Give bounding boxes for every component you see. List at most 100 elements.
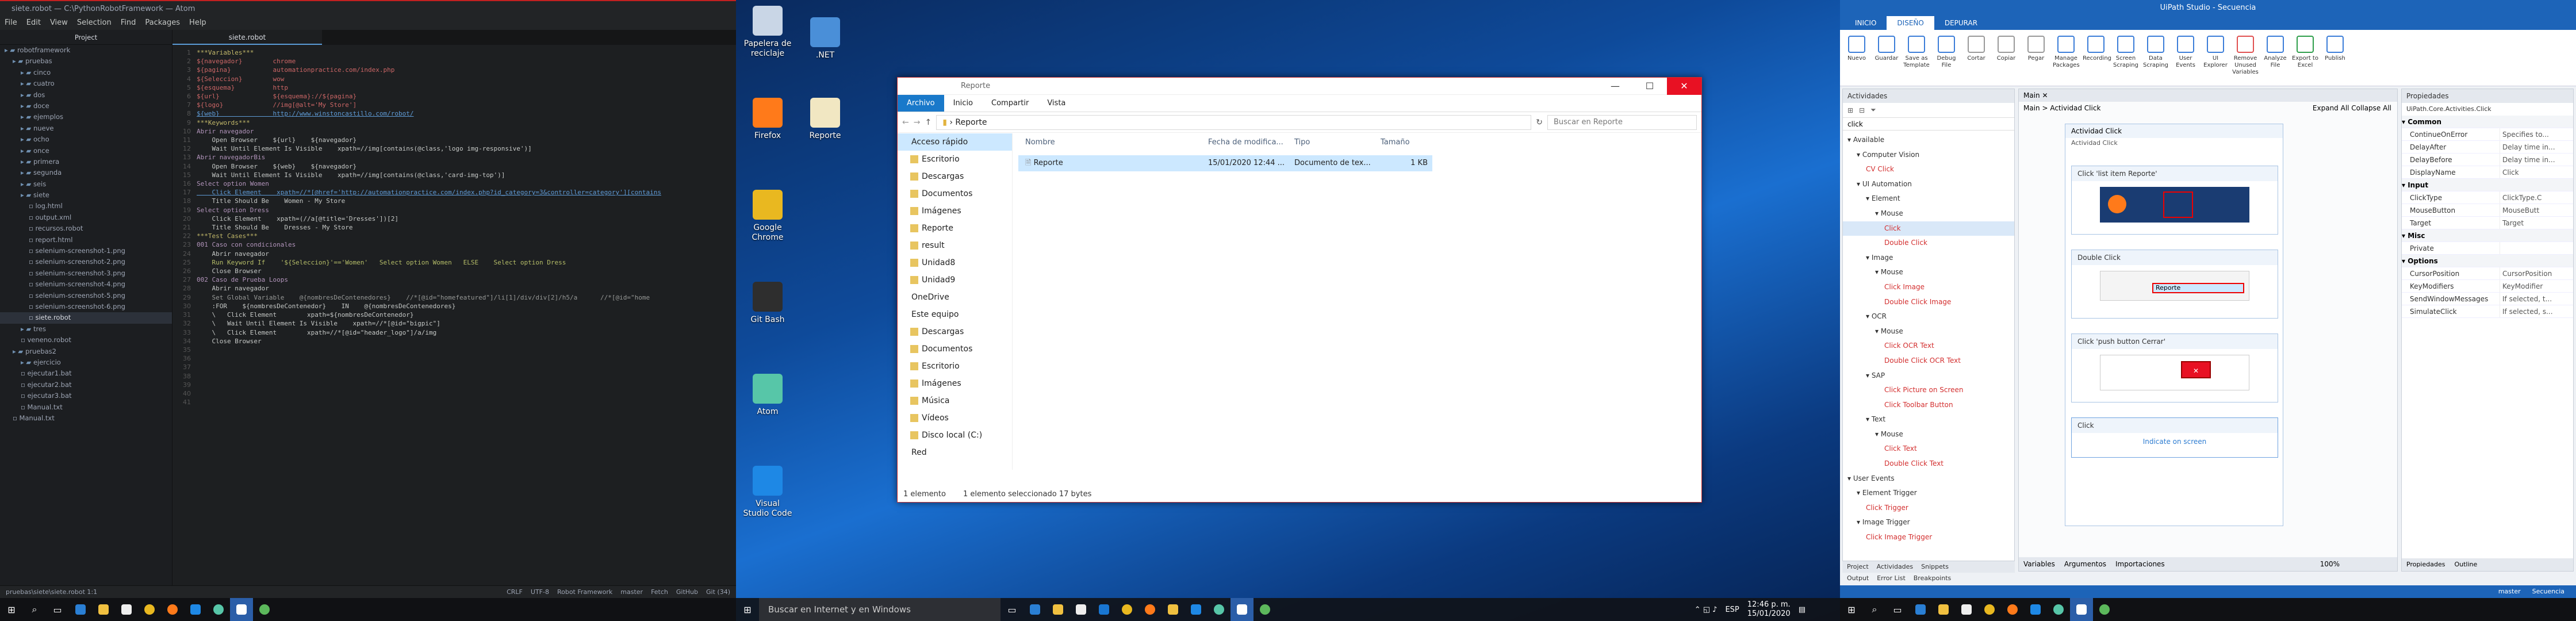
ribbon-button[interactable]: Nuevo	[1843, 36, 1870, 80]
designer-bottom-tab[interactable]: Variables	[2023, 557, 2055, 571]
nav-item[interactable]: result	[898, 237, 1012, 254]
desktop-icon[interactable]: Reporte	[799, 98, 851, 141]
ribbon-tab[interactable]: Inicio	[944, 95, 982, 112]
search-icon[interactable]: ⌕	[23, 598, 46, 621]
nav-item[interactable]: Acceso rápido	[898, 133, 1012, 151]
activity-item[interactable]: ▾ UI Automation	[1843, 177, 2014, 192]
tree-item[interactable]: ▸ ▰ dos	[0, 90, 172, 101]
properties-tab[interactable]: Outline	[2454, 558, 2477, 571]
tree-item[interactable]: ▸ ▰ once	[0, 145, 172, 156]
status-item[interactable]: Fetch	[651, 586, 668, 599]
app-icon[interactable]	[253, 598, 276, 621]
tree-item[interactable]: ▸ ▰ nueve	[0, 123, 172, 134]
activity-item[interactable]: ▾ Element Trigger	[1843, 486, 2014, 501]
activity-item[interactable]: CV Click	[1843, 162, 2014, 177]
ribbon-button[interactable]: Pegar	[2023, 36, 2049, 80]
property-value[interactable]: MouseButt	[2500, 204, 2573, 216]
file-row[interactable]: 🗎 Reporte 15/01/2020 12:44 ... Documento…	[1018, 155, 1432, 171]
panel-tab[interactable]: Output	[1847, 573, 1869, 584]
panel-tab[interactable]: Error List	[1877, 573, 1906, 584]
ribbon-tab[interactable]: Archivo	[898, 95, 944, 112]
card-click-push-button[interactable]: Click 'push button Cerrar' ✕	[2071, 334, 2278, 402]
app-icon[interactable]	[2093, 598, 2116, 621]
up-icon[interactable]: ↑	[925, 118, 931, 127]
tree-item[interactable]: ▫ siete.robot	[0, 312, 172, 324]
ribbon-button[interactable]: Debug File	[1933, 36, 1960, 80]
property-group[interactable]: ▾ Input	[2402, 179, 2573, 191]
project-header[interactable]: Project	[0, 30, 172, 45]
nav-item[interactable]: Red	[898, 444, 1012, 461]
tree-item[interactable]: ▫ Manual.txt	[0, 413, 172, 424]
folder-icon[interactable]	[92, 598, 115, 621]
panel-tab[interactable]: Actividades	[1877, 561, 1914, 573]
property-row[interactable]: Private	[2402, 242, 2573, 255]
menu-item-packages[interactable]: Packages	[145, 16, 180, 30]
nav-item[interactable]: Vídeos	[898, 409, 1012, 427]
ribbon-button[interactable]: Cortar	[1963, 36, 1989, 80]
nav-item[interactable]: Unidad8	[898, 254, 1012, 271]
close-button[interactable]: ✕	[1667, 78, 1701, 95]
designer-bottom-tab[interactable]: Importaciones	[2115, 557, 2165, 571]
collapse-icon[interactable]: ⊟	[1859, 106, 1865, 114]
tree-item[interactable]: ▸ ▰ primera	[0, 156, 172, 167]
folder-icon[interactable]	[1046, 598, 1070, 621]
ribbon-button[interactable]: Export to Excel	[2292, 36, 2318, 80]
store-icon[interactable]	[115, 598, 138, 621]
vscode-icon[interactable]	[184, 598, 207, 621]
uipath-task-icon[interactable]	[2070, 598, 2093, 621]
status-item[interactable]: Git (34)	[706, 586, 730, 599]
firefox-icon[interactable]	[1138, 598, 1162, 621]
ribbon-button[interactable]: Save as Template	[1903, 36, 1930, 80]
menu-item-selection[interactable]: Selection	[77, 16, 112, 30]
uipath-task-icon[interactable]	[1230, 598, 1254, 621]
property-row[interactable]: KeyModifiers KeyModifier	[2402, 280, 2573, 293]
tree-item[interactable]: ▸ ▰ ocho	[0, 134, 172, 145]
panel-tab[interactable]: Snippets	[1921, 561, 1949, 573]
ribbon-tab[interactable]: DISEÑO	[1887, 16, 1934, 30]
tree-item[interactable]: ▸ ▰ segunda	[0, 167, 172, 178]
activity-item[interactable]: Click Picture on Screen	[1843, 383, 2014, 398]
chrome-icon[interactable]	[138, 598, 161, 621]
task-view-icon[interactable]: ▭	[1000, 598, 1023, 621]
notification-icon[interactable]: ▤	[1799, 605, 1805, 614]
desktop-icon[interactable]: Visual Studio Code	[742, 466, 793, 519]
property-row[interactable]: DisplayName Click	[2402, 166, 2573, 179]
edge-icon[interactable]	[1023, 598, 1046, 621]
column-header[interactable]: Tamaño	[1381, 133, 1432, 151]
tray-icons[interactable]: ⌃ ◱ ♪	[1695, 605, 1718, 614]
nav-item[interactable]: Descargas	[898, 168, 1012, 185]
nav-item[interactable]: Unidad9	[898, 271, 1012, 289]
store-icon[interactable]	[1955, 598, 1978, 621]
menu-item-file[interactable]: File	[5, 16, 17, 30]
start-icon[interactable]: ⊞	[0, 598, 23, 621]
status-item[interactable]: Robot Framework	[557, 586, 612, 599]
task-view-icon[interactable]: ▭	[1886, 598, 1909, 621]
column-header[interactable]: Fecha de modifica...	[1208, 133, 1294, 151]
column-header[interactable]: Nombre	[1018, 133, 1208, 151]
ribbon-button[interactable]: Manage Packages	[2053, 36, 2080, 80]
ribbon-button[interactable]: UI Explorer	[2202, 36, 2229, 80]
forward-icon[interactable]: →	[914, 118, 921, 127]
app-icon[interactable]	[1254, 598, 1276, 621]
activity-item[interactable]: Click Text	[1843, 442, 2014, 457]
indicate-on-screen-link[interactable]: Indicate on screen	[2072, 433, 2278, 450]
activity-item[interactable]: ▾ Mouse	[1843, 206, 2014, 221]
minimize-button[interactable]: —	[1598, 78, 1632, 95]
tree-item[interactable]: ▸ ▰ seis	[0, 179, 172, 190]
start-icon[interactable]: ⊞	[736, 598, 759, 621]
status-item[interactable]: master	[620, 586, 643, 599]
property-value[interactable]	[2500, 242, 2573, 254]
chrome-icon[interactable]	[1978, 598, 2001, 621]
card-click-list-item[interactable]: Click 'list item Reporte'	[2071, 166, 2278, 235]
nav-item[interactable]: Imágenes	[898, 375, 1012, 392]
card-click-empty[interactable]: Click Indicate on screen	[2071, 417, 2278, 458]
property-value[interactable]: Delay time in...	[2500, 141, 2573, 153]
tree-item[interactable]: ▸ ▰ cuatro	[0, 78, 172, 89]
panel-tab[interactable]: Breakpoints	[1914, 573, 1952, 584]
property-row[interactable]: SimulateClick If selected, s...	[2402, 305, 2573, 318]
ribbon-tab[interactable]: INICIO	[1845, 16, 1887, 30]
nav-item[interactable]: Imágenes	[898, 202, 1012, 220]
activity-item[interactable]: ▾ Image	[1843, 251, 2014, 266]
menu-item-edit[interactable]: Edit	[26, 16, 41, 30]
start-icon[interactable]: ⊞	[1840, 598, 1863, 621]
